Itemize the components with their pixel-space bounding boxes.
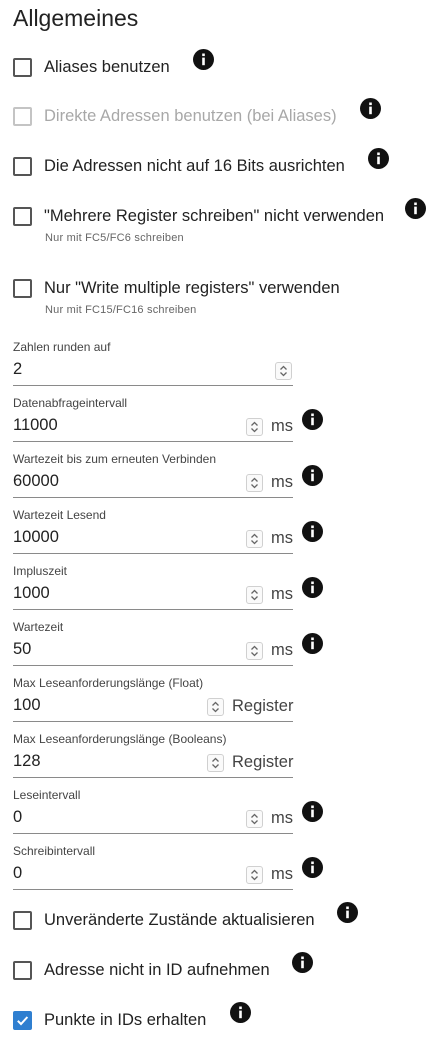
number-input[interactable]: 100 Register (13, 692, 293, 722)
checkbox-label: "Mehrere Register schreiben" nicht verwe… (44, 207, 385, 225)
number-input[interactable]: 11000 ms (13, 412, 293, 442)
stepper-up-down-icon[interactable] (207, 754, 224, 772)
info-icon[interactable] (230, 1002, 251, 1023)
unit-label: ms (271, 473, 293, 491)
stepper-up-down-icon[interactable] (275, 362, 292, 380)
checkbox-helper-text: Nur mit FC15/FC16 schreiben (45, 304, 197, 316)
info-icon[interactable] (302, 465, 323, 486)
unit-label: Register (232, 753, 294, 771)
unit-label: ms (271, 585, 293, 603)
field-label: Zahlen runden auf (13, 340, 111, 354)
info-icon[interactable] (292, 952, 313, 973)
input-value: 2 (13, 360, 23, 378)
checkbox-label: Adresse nicht in ID aufnehmen (44, 961, 270, 979)
checkbox-keep-dots-in-ids[interactable] (13, 1011, 32, 1030)
input-value: 60000 (13, 472, 59, 490)
number-input[interactable]: 60000 ms (13, 468, 293, 498)
checkbox-no-multiple-write[interactable] (13, 207, 32, 226)
number-input[interactable]: 50 ms (13, 636, 293, 666)
checkbox-label: Nur "Write multiple registers" verwenden (44, 279, 340, 297)
checkbox-update-unchanged[interactable] (13, 911, 32, 930)
field-label: Max Leseanforderungslänge (Booleans) (13, 732, 227, 746)
stepper-up-down-icon[interactable] (207, 698, 224, 716)
checkbox-direct-addresses[interactable] (13, 107, 32, 126)
checkbox-helper-text: Nur mit FC5/FC6 schreiben (45, 232, 184, 244)
checkbox-label: Direkte Adressen benutzen (bei Aliases) (44, 107, 337, 125)
field-label: Impluszeit (13, 564, 68, 578)
number-input[interactable]: 128 Register (13, 748, 293, 778)
field-label: Max Leseanforderungslänge (Float) (13, 676, 204, 690)
checkbox-label: Unveränderte Zustände aktualisieren (44, 911, 315, 929)
unit-label: ms (271, 809, 293, 827)
info-icon[interactable] (302, 801, 323, 822)
check-icon (17, 1016, 29, 1026)
input-value: 0 (13, 864, 23, 882)
number-input[interactable]: 1000 ms (13, 580, 293, 610)
unit-label: ms (271, 641, 293, 659)
field-label: Leseintervall (13, 788, 81, 802)
stepper-up-down-icon[interactable] (246, 474, 263, 492)
checkbox-label: Die Adressen nicht auf 16 Bits ausrichte… (44, 157, 345, 175)
unit-label: ms (271, 529, 293, 547)
stepper-up-down-icon[interactable] (246, 866, 263, 884)
stepper-up-down-icon[interactable] (246, 586, 263, 604)
input-value: 10000 (13, 528, 59, 546)
info-icon[interactable] (302, 857, 323, 878)
checkbox-no-16bit-align[interactable] (13, 157, 32, 176)
unit-label: ms (271, 865, 293, 883)
stepper-up-down-icon[interactable] (246, 418, 263, 436)
info-icon[interactable] (302, 521, 323, 542)
field-label: Datenabfrageintervall (13, 396, 128, 410)
field-label: Wartezeit bis zum erneuten Verbinden (13, 452, 216, 466)
info-icon[interactable] (337, 902, 358, 923)
field-label: Wartezeit (13, 620, 64, 634)
input-value: 11000 (13, 416, 58, 434)
checkbox-label: Aliases benutzen (44, 58, 170, 76)
field-label: Schreibintervall (13, 844, 96, 858)
info-icon[interactable] (193, 49, 214, 70)
info-icon[interactable] (302, 633, 323, 654)
input-value: 50 (13, 640, 32, 658)
checkbox-only-multiple-write[interactable] (13, 279, 32, 298)
input-value: 1000 (13, 584, 50, 602)
info-icon[interactable] (405, 198, 426, 219)
input-value: 100 (13, 696, 41, 714)
number-input[interactable]: 0 ms (13, 804, 293, 834)
unit-label: ms (271, 417, 293, 435)
info-icon[interactable] (302, 577, 323, 598)
info-icon[interactable] (302, 409, 323, 430)
input-value: 0 (13, 808, 23, 826)
number-input[interactable]: 0 ms (13, 860, 293, 890)
stepper-up-down-icon[interactable] (246, 642, 263, 660)
checkbox-address-not-in-id[interactable] (13, 961, 32, 980)
number-input[interactable]: 2 (13, 356, 293, 386)
field-label: Wartezeit Lesend (13, 508, 106, 522)
checkbox-label: Punkte in IDs erhalten (44, 1011, 207, 1029)
stepper-up-down-icon[interactable] (246, 530, 263, 548)
number-input[interactable]: 10000 ms (13, 524, 293, 554)
unit-label: Register (232, 697, 294, 715)
checkbox-use-aliases[interactable] (13, 58, 32, 77)
input-value: 128 (13, 752, 41, 770)
section-title: Allgemeines (13, 5, 139, 31)
info-icon[interactable] (360, 98, 381, 119)
info-icon[interactable] (368, 148, 389, 169)
stepper-up-down-icon[interactable] (246, 810, 263, 828)
